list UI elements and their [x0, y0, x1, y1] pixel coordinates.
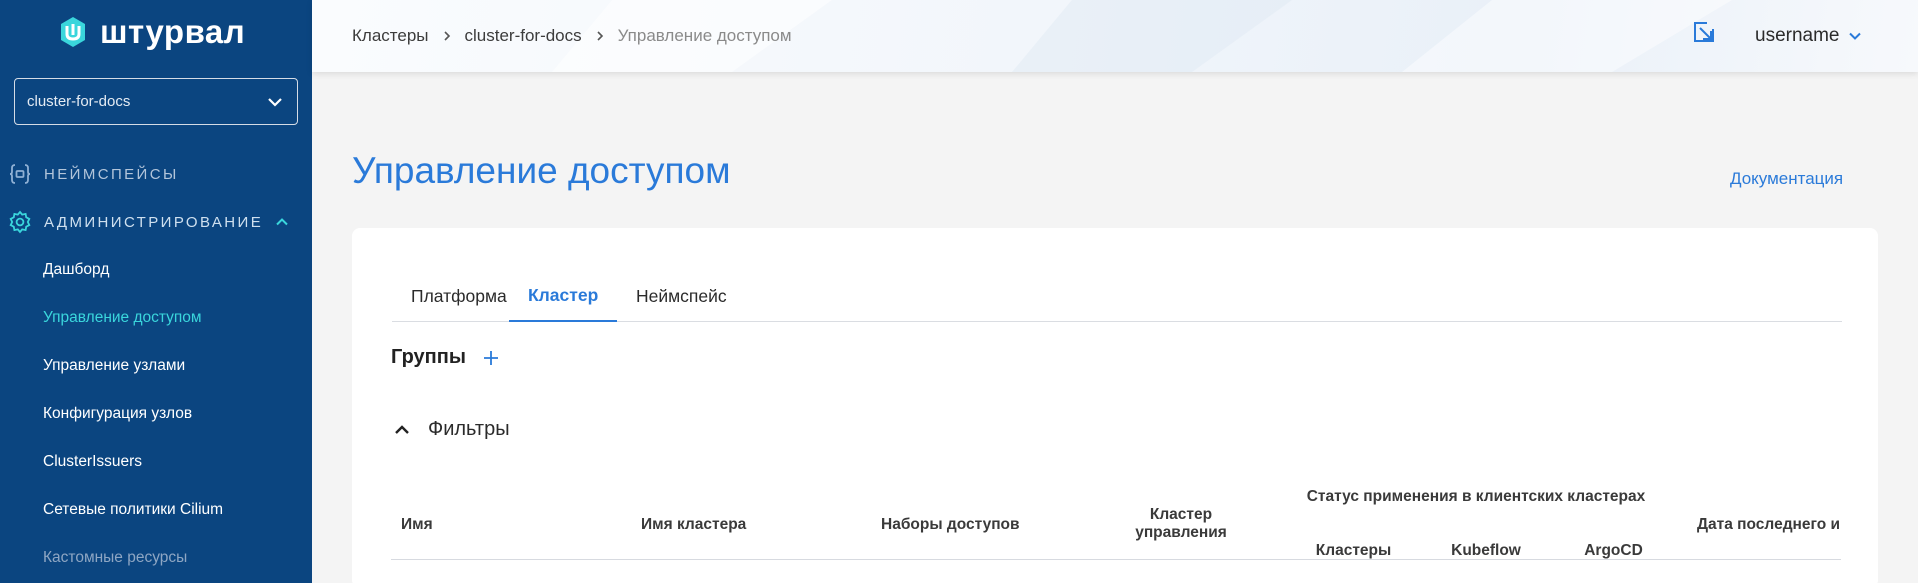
breadcrumb: Кластеры cluster-for-docs Управление дос…	[352, 0, 792, 72]
sidebar-item-dashboard[interactable]: Дашборд	[43, 261, 109, 279]
column-cluster-name[interactable]: Имя кластера	[641, 516, 746, 534]
nav-section-label: АДМИНИСТРИРОВАНИЕ	[44, 213, 264, 231]
column-name[interactable]: Имя	[401, 516, 433, 534]
tabs: Платформа Кластер Неймспейс	[392, 270, 1842, 322]
cluster-select-value: cluster-for-docs	[27, 93, 131, 110]
breadcrumb-current: Управление доступом	[617, 26, 792, 45]
tab-namespace[interactable]: Неймспейс	[617, 270, 746, 322]
nav-section-administration[interactable]: АДМИНИСТРИРОВАНИЕ	[8, 210, 289, 234]
sidebar-item-node-configuration[interactable]: Конфигурация узлов	[43, 405, 192, 423]
chevron-down-icon	[1848, 32, 1861, 40]
sidebar-item-cilium-network-policies[interactable]: Сетевые политики Cilium	[43, 501, 223, 519]
column-status-clusters[interactable]: Кластеры	[1291, 542, 1416, 560]
column-status-kubeflow[interactable]: Kubeflow	[1426, 542, 1546, 560]
gear-icon	[8, 210, 32, 234]
cluster-select[interactable]: cluster-for-docs	[14, 78, 298, 125]
chevron-up-icon	[276, 218, 288, 226]
breadcrumb-clusters[interactable]: Кластеры	[352, 26, 429, 46]
user-menu[interactable]: username	[1755, 0, 1862, 72]
sidebar-item-custom-resources[interactable]: Кастомные ресурсы	[43, 549, 187, 567]
column-status-argocd[interactable]: ArgoCD	[1556, 542, 1671, 560]
filters-toggle[interactable]: Фильтры	[394, 418, 510, 441]
braces-icon	[8, 162, 32, 186]
documentation-link[interactable]: Документация	[1730, 169, 1843, 189]
add-group-icon[interactable]	[482, 349, 500, 367]
logo-text: штурвал	[100, 13, 246, 50]
filters-label: Фильтры	[428, 418, 510, 440]
chevron-right-icon	[597, 31, 603, 41]
nav-section-label: НЕЙМСПЕЙСЫ	[44, 165, 179, 183]
sidebar-item-node-management[interactable]: Управление узлами	[43, 357, 185, 375]
column-access-sets[interactable]: Наборы доступов	[881, 516, 1020, 534]
groups-title: Группы	[391, 346, 466, 368]
chevron-down-icon	[268, 97, 282, 107]
user-name: username	[1755, 25, 1840, 46]
table-header: Имя Имя кластера Наборы доступов Кластер…	[391, 478, 1841, 560]
logo[interactable]: штурвал	[56, 12, 245, 52]
page-title: Управление доступом	[352, 150, 731, 191]
groups-header: Группы	[391, 346, 500, 369]
sidebar-item-clusterissuers[interactable]: ClusterIssuers	[43, 453, 142, 471]
access-panel: Платформа Кластер Неймспейс Группы Фильт…	[352, 228, 1878, 583]
logo-icon	[61, 17, 85, 47]
chevron-right-icon	[443, 31, 450, 41]
tab-cluster[interactable]: Кластер	[509, 270, 618, 322]
breadcrumb-cluster[interactable]: cluster-for-docs	[465, 26, 582, 46]
chevron-up-icon	[395, 424, 409, 434]
column-last-date[interactable]: Дата последнего и	[1697, 516, 1840, 534]
column-management-cluster[interactable]: Кластер управления	[1125, 506, 1237, 542]
column-group-status: Статус применения в клиентских кластерах	[1306, 488, 1646, 505]
top-header: Кластеры cluster-for-docs Управление дос…	[312, 0, 1918, 72]
sidebar-item-access-management[interactable]: Управление доступом	[43, 309, 202, 327]
nav-section-namespaces[interactable]: НЕЙМСПЕЙСЫ	[8, 162, 179, 186]
tab-platform[interactable]: Платформа	[392, 270, 526, 322]
external-link-icon[interactable]	[1692, 20, 1716, 44]
sidebar: штурвал cluster-for-docs НЕЙМСПЕЙСЫ АДМИ…	[0, 0, 312, 583]
